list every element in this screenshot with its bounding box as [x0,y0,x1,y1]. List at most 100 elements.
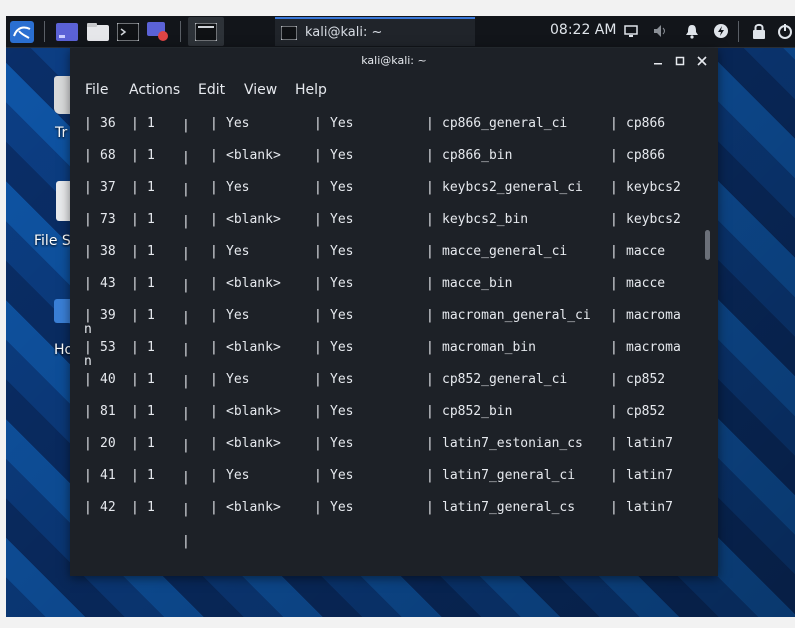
column-separator: | [314,116,322,131]
active-terminal-button[interactable] [192,19,220,44]
cell-compiled: <blank> [226,404,281,419]
cell-default: Yes [330,244,354,259]
cell-default: Yes [330,468,354,483]
column-separator: | [426,404,434,419]
scrollbar[interactable] [705,108,711,570]
column-separator: | [314,148,322,163]
cell-compiled: Yes [226,116,250,131]
terminal-launcher[interactable] [115,19,141,44]
volume-icon[interactable] [652,22,670,40]
table-row: | 41 | 1 | Yes | Yes | latin7_general_ci | latin7 [78,468,704,488]
column-separator: | [314,244,322,259]
column-separator: | [131,436,139,451]
column-separator: | [610,500,618,515]
column-separator: | [210,340,218,355]
table-row: | 37 | 1 | Yes | Yes | keybcs2_general_ci | keybcs2 [78,180,704,200]
cell-default: Yes [330,340,354,355]
column-separator: | [84,116,92,131]
cell-collation: latin7_general_cs [442,500,576,515]
file-system-label: File S [34,233,71,249]
cell-id: 68 [100,148,116,163]
column-separator: | [314,404,322,419]
cell-default: Yes [330,180,354,195]
column-separator: | [610,212,618,227]
cell-id: 38 [100,244,116,259]
screen-recorder-launcher[interactable] [145,19,171,44]
power-manager-icon[interactable] [712,22,730,40]
cell-default: Yes [330,116,354,131]
cell-compiled: Yes [226,308,250,323]
workspace-switcher-button[interactable] [54,19,80,44]
cell-charset: cp866 [626,116,666,131]
cell-sortlen: 1 [147,500,155,515]
maximize-button[interactable] [672,53,688,69]
column-separator: | [426,436,434,451]
cell-charset: latin7 [626,468,673,483]
power-icon[interactable] [776,22,794,40]
column-separator: | [210,308,218,323]
menu-file[interactable]: File [85,82,108,98]
terminal-output[interactable]: | 36 | 1 | Yes | Yes | cp866_general_ci | cp866 | 68 |… [78,108,704,570]
column-separator: | [610,276,618,291]
column-separator: | [314,500,322,515]
terminal-window[interactable]: kali@kali: ~ File Actions Edit View Help… [70,48,718,576]
column-separator: | [426,308,434,323]
cell-id: 53 [100,340,116,355]
column-separator: | [314,276,322,291]
column-separator: | [314,468,322,483]
menu-edit[interactable]: Edit [198,82,225,98]
column-separator: | [84,468,92,483]
cell-default: Yes [330,404,354,419]
terminal-task-button[interactable]: kali@kali: ~ [275,17,475,46]
column-separator: | [131,500,139,515]
cell-collation: macroman_bin [442,340,536,355]
notifications-bell-icon[interactable] [683,22,701,40]
window-titlebar[interactable]: kali@kali: ~ [70,48,718,76]
wrapped-separator: | [182,342,190,357]
clock[interactable]: 08:22 AM [550,22,616,38]
close-button[interactable] [694,53,710,69]
column-separator: | [426,276,434,291]
cell-collation: cp866_general_ci [442,116,568,131]
cell-sortlen: 1 [147,308,155,323]
cell-compiled: <blank> [226,500,281,515]
column-separator: | [426,340,434,355]
cell-charset: latin7 [626,500,673,515]
column-separator: | [210,116,218,131]
kali-menu-button[interactable] [8,19,36,44]
cell-id: 37 [100,180,116,195]
column-separator: | [210,180,218,195]
cell-sortlen: 1 [147,148,155,163]
column-separator: | [610,148,618,163]
cell-default: Yes [330,148,354,163]
column-separator: | [610,340,618,355]
display-icon[interactable] [622,22,640,40]
column-separator: | [84,436,92,451]
column-separator: | [610,116,618,131]
file-manager-launcher[interactable] [85,19,111,44]
menu-view[interactable]: View [244,82,277,98]
cell-compiled: Yes [226,244,250,259]
cell-charset: keybcs2 [626,180,681,195]
column-separator: | [131,372,139,387]
column-separator: | [84,276,92,291]
menu-actions[interactable]: Actions [129,82,180,98]
cell-collation: keybcs2_general_ci [442,180,583,195]
table-row: | 68 | 1 | <blank> | Yes | cp866_bin | cp866 [78,148,704,168]
menu-help[interactable]: Help [295,82,327,98]
cell-sortlen: 1 [147,180,155,195]
cell-charset: cp866 [626,148,666,163]
maximize-icon [675,56,685,66]
wrapped-char: n [84,354,92,369]
cell-charset: latin7 [626,436,673,451]
cell-collation: macce_general_ci [442,244,568,259]
column-separator: | [610,372,618,387]
minimize-button[interactable] [650,53,666,69]
wrapped-separator: | [182,246,190,261]
scrollbar-thumb[interactable] [705,230,710,260]
table-row: | 53 | 1 | <blank> | Yes | macroman_bin | macroma [78,340,704,360]
lock-icon[interactable] [750,22,768,40]
minimize-icon [654,63,662,65]
cell-id: 42 [100,500,116,515]
cell-charset: macroma [626,308,681,323]
